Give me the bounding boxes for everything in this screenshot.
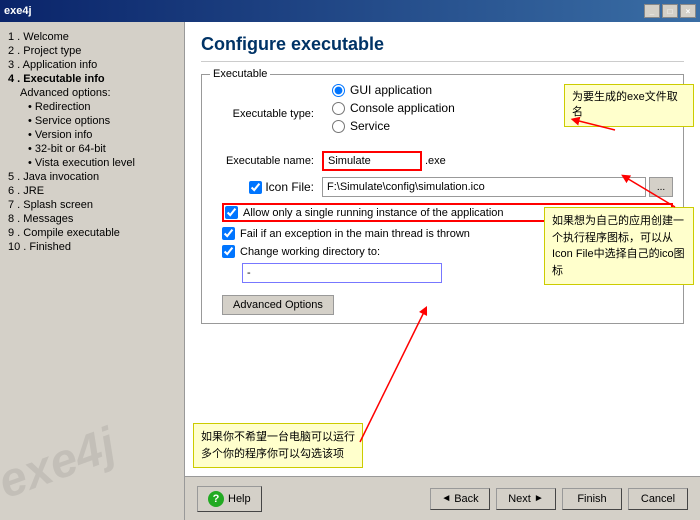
next-label: Next [508,493,531,505]
callout-box: 如果你不希望一台电脑可以运行多个你的程序你可以勾选该项 [193,423,363,468]
sidebar-item-vista[interactable]: • Vista execution level [6,156,178,170]
close-button[interactable]: × [680,4,696,18]
sidebar-item-welcome[interactable]: 1 . Welcome [6,30,178,44]
browse-button[interactable]: ... [649,177,673,197]
sidebar-watermark: exe4j [0,417,123,510]
help-icon: ? [208,491,224,507]
working-dir-label: Change working directory to: [240,246,380,258]
title-bar: exe4j _ □ × [0,0,700,22]
executable-name-input[interactable] [322,151,422,171]
advanced-btn-container: Advanced Options [212,289,673,315]
sidebar-item-compile[interactable]: 9 . Compile executable [6,226,178,240]
help-label: Help [228,493,251,505]
sidebar-item-finished[interactable]: 10 . Finished [6,240,178,254]
radio-console-label: Console application [350,101,455,115]
sidebar-item-splash[interactable]: 7 . Splash screen [6,198,178,212]
executable-name-label: Executable name: [212,155,322,167]
maximize-button[interactable]: □ [662,4,678,18]
fail-exception-label: Fail if an exception in the main thread … [240,228,470,240]
back-button[interactable]: ◄ Back [430,488,490,510]
cancel-button[interactable]: Cancel [628,488,688,510]
bottom-left: ? Help [197,486,262,512]
back-label: Back [454,493,478,505]
sidebar-item-project-type[interactable]: 2 . Project type [6,44,178,58]
radio-service-input[interactable] [332,120,345,133]
sidebar-item-redirection[interactable]: • Redirection [6,100,178,114]
radio-group: GUI application Console application Serv… [322,83,455,137]
radio-gui-input[interactable] [332,84,345,97]
working-dir-checkbox[interactable] [222,245,235,258]
working-dir-input[interactable] [242,263,442,283]
single-instance-checkbox[interactable] [225,206,238,219]
radio-gui-label: GUI application [350,83,432,97]
bottom-bar: ? Help ◄ Back Next ► Finish Cancel [185,476,700,520]
tooltip-icon-file: 如果想为自己的应用创建一个执行程序图标，可以从Icon File中选择自己的ic… [544,207,694,285]
sidebar-item-app-info[interactable]: 3 . Application info [6,58,178,72]
radio-service: Service [322,119,455,133]
sidebar-item-version-info[interactable]: • Version info [6,128,178,142]
radio-gui: GUI application [322,83,455,97]
tooltip-exe-name: 为要生成的exe文件取名 [564,84,694,127]
sidebar-item-java[interactable]: 5 . Java invocation [6,170,178,184]
tooltip-exe-name-text: 为要生成的exe文件取名 [572,91,678,118]
help-button[interactable]: ? Help [197,486,262,512]
window-controls: _ □ × [644,4,696,18]
radio-console: Console application [322,101,455,115]
radio-console-input[interactable] [332,102,345,115]
sidebar-item-executable-info[interactable]: 4 . Executable info [6,72,178,86]
back-arrow-icon: ◄ [441,493,451,504]
window-title: exe4j [4,5,32,17]
sidebar-item-messages[interactable]: 8 . Messages [6,212,178,226]
fail-exception-checkbox[interactable] [222,227,235,240]
icon-file-label: Icon File: [265,180,314,194]
callout-text: 如果你不希望一台电脑可以运行多个你的程序你可以勾选该项 [201,431,355,460]
sidebar-item-service-options[interactable]: • Service options [6,114,178,128]
exe-suffix: .exe [425,155,446,167]
icon-file-row: Icon File: ... [212,177,673,197]
icon-file-checkbox[interactable] [249,181,262,194]
finish-label: Finish [577,493,606,505]
group-box-label: Executable [210,68,270,80]
content-area: Configure executable Executable Executab… [185,22,700,520]
advanced-options-button[interactable]: Advanced Options [222,295,334,315]
executable-name-row: Executable name: .exe [212,151,673,171]
main-container: 1 . Welcome 2 . Project type 3 . Applica… [0,22,700,520]
cancel-label: Cancel [641,493,675,505]
page-title: Configure executable [201,34,684,62]
single-instance-label: Allow only a single running instance of … [243,207,504,219]
minimize-button[interactable]: _ [644,4,660,18]
icon-file-input[interactable] [322,177,646,197]
radio-service-label: Service [350,119,390,133]
tooltip-icon-file-text: 如果想为自己的应用创建一个执行程序图标，可以从Icon File中选择自己的ic… [552,215,685,277]
finish-button[interactable]: Finish [562,488,622,510]
sidebar: 1 . Welcome 2 . Project type 3 . Applica… [0,22,185,520]
next-button[interactable]: Next ► [496,488,556,510]
bottom-right: ◄ Back Next ► Finish Cancel [430,488,688,510]
next-arrow-icon: ► [534,493,544,504]
sidebar-advanced-options-label: Advanced options: [6,86,178,100]
sidebar-item-32-64[interactable]: • 32-bit or 64-bit [6,142,178,156]
sidebar-item-jre[interactable]: 6 . JRE [6,184,178,198]
executable-type-label: Executable type: [212,108,322,120]
